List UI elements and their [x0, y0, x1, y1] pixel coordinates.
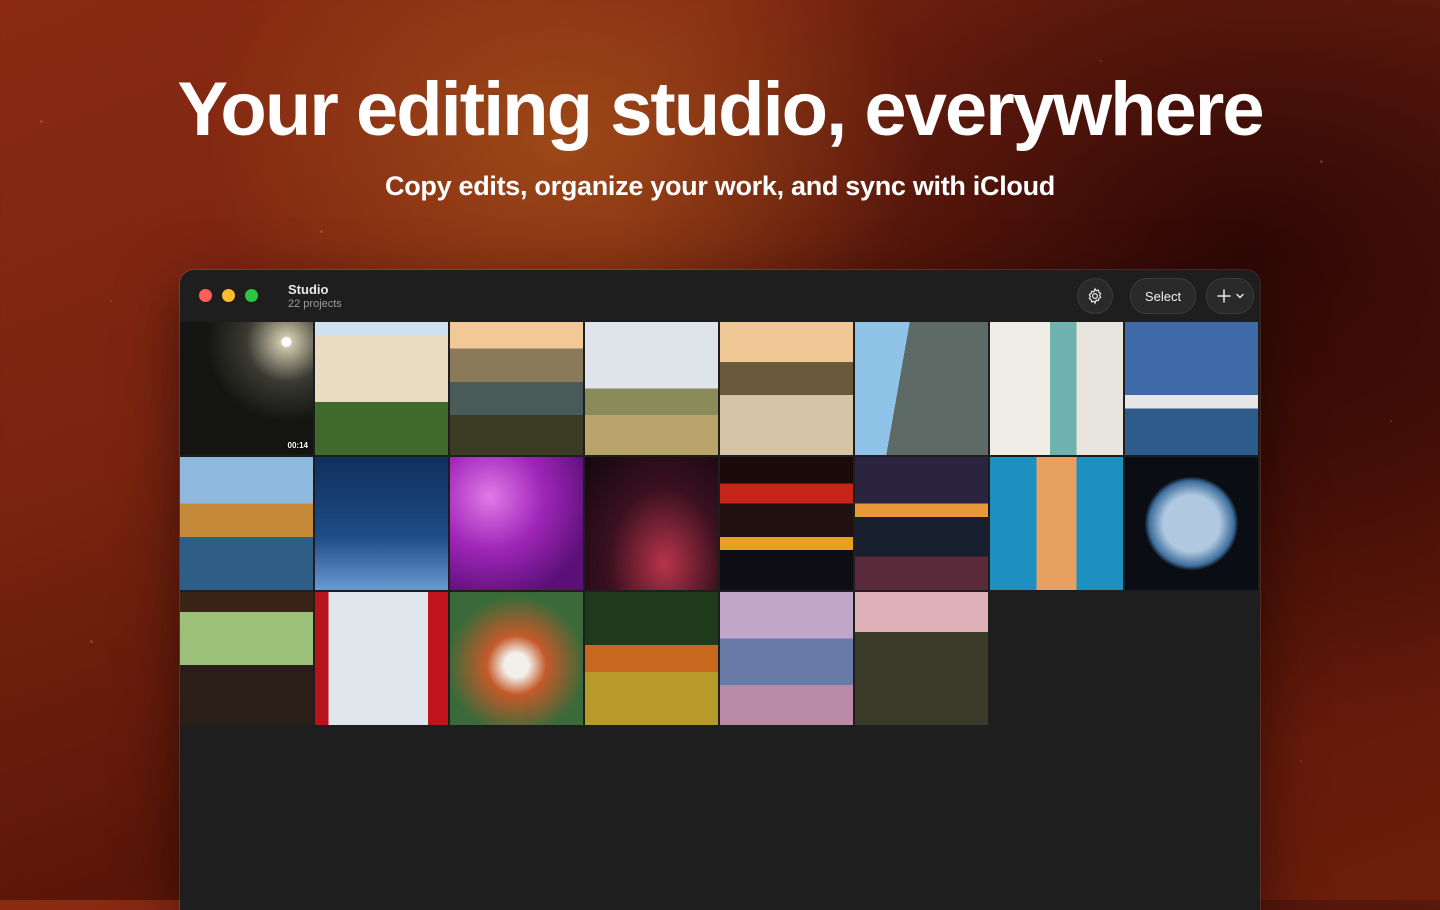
tile-sea-cliffs-sunset[interactable]: [450, 322, 583, 455]
close-window-button[interactable]: [199, 289, 212, 302]
tile-woman-field-dusk[interactable]: [855, 592, 988, 725]
tile-neon-signs-street[interactable]: [720, 457, 853, 590]
tile-silhouette-city-lights[interactable]: [585, 457, 718, 590]
tile-lighthouse[interactable]: [990, 457, 1123, 590]
tile-red-curtain-window[interactable]: [315, 592, 448, 725]
window-title: Studio: [288, 282, 329, 297]
tile-red-panda[interactable]: [450, 592, 583, 725]
tile-deep-blue-water[interactable]: [315, 457, 448, 590]
tile-room-piano-window[interactable]: [180, 592, 313, 725]
title-bar: Studio 22 projects Select: [180, 270, 1260, 322]
tile-purple-flowers[interactable]: [450, 457, 583, 590]
tile-balcony-building[interactable]: [315, 322, 448, 455]
gear-icon: [1088, 287, 1102, 305]
select-button[interactable]: Select: [1130, 278, 1196, 314]
tile-night-street-rain[interactable]: [855, 457, 988, 590]
plus-icon: [1216, 289, 1231, 303]
zoom-window-button[interactable]: [245, 289, 258, 302]
tile-white-door-flowers[interactable]: [990, 322, 1123, 455]
settings-button[interactable]: [1077, 278, 1113, 314]
tile-cliff-blue-sea[interactable]: [855, 322, 988, 455]
add-menu-button[interactable]: [1206, 278, 1254, 314]
chevron-down-icon: [1235, 293, 1244, 299]
tile-deer-grass[interactable]: [585, 592, 718, 725]
tile-woman-beach[interactable]: [720, 592, 853, 725]
hero-title: Your editing studio, everywhere: [177, 67, 1264, 152]
minimize-window-button[interactable]: [222, 289, 235, 302]
tile-golden-cliff-sea[interactable]: [180, 457, 313, 590]
video-duration-badge: 00:14: [287, 441, 308, 450]
studio-window: Studio 22 projects Select 00:14: [180, 270, 1260, 910]
tile-rocky-shore-dusk[interactable]: [720, 322, 853, 455]
tile-night-snow-streetlight[interactable]: 00:14: [180, 322, 313, 455]
tile-coastal-path[interactable]: [585, 322, 718, 455]
project-count: 22 projects: [288, 298, 342, 310]
hero-subtitle: Copy edits, organize your work, and sync…: [385, 171, 1055, 201]
tile-cruise-ship[interactable]: [1125, 322, 1258, 455]
tile-airplane-window[interactable]: [1125, 457, 1258, 590]
